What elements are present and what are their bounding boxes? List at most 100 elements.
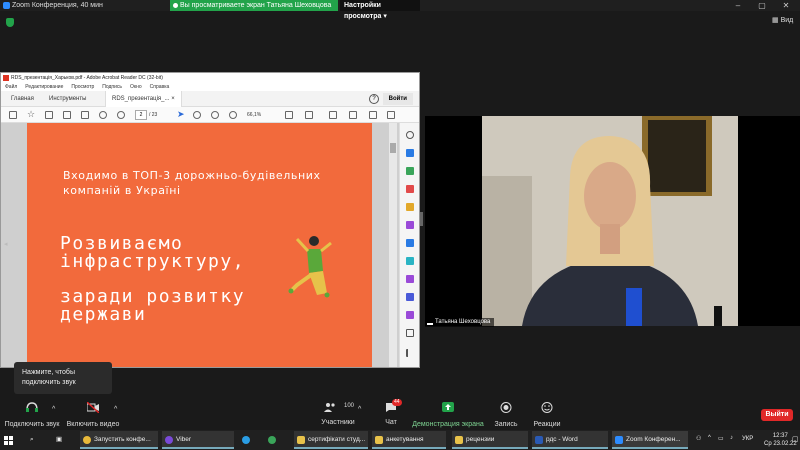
- taskbar-telegram[interactable]: [240, 431, 254, 449]
- bookmark-star-icon[interactable]: ☆: [27, 109, 35, 119]
- taskbar-folder-certificates[interactable]: сертифікати студ...: [294, 431, 368, 449]
- edit-pdf-icon[interactable]: [406, 149, 414, 157]
- combine-files-icon[interactable]: [406, 221, 414, 229]
- fit-page-icon[interactable]: [285, 111, 293, 119]
- tab-tools[interactable]: Инструменты: [43, 91, 92, 107]
- save-icon[interactable]: [9, 111, 17, 119]
- sign-icon[interactable]: [369, 111, 377, 119]
- share-screen-icon: [442, 402, 454, 412]
- pdf-icon: [3, 75, 9, 81]
- volume-icon[interactable]: ♪: [730, 435, 733, 441]
- chat-button[interactable]: 44 Чат: [378, 399, 404, 426]
- zoom-out-icon[interactable]: [211, 111, 219, 119]
- share-screen-button[interactable]: Демонстрация экрана: [412, 402, 484, 428]
- task-view-button[interactable]: ▣: [56, 431, 68, 449]
- slide-subtitle-line2: компаній в Україні: [63, 184, 181, 197]
- comment-tool-icon[interactable]: [406, 203, 414, 211]
- zoom-in-icon[interactable]: [229, 111, 237, 119]
- menu-view[interactable]: Просмотр: [71, 84, 94, 90]
- export-pdf-icon[interactable]: [406, 167, 414, 175]
- security-shield-icon[interactable]: [6, 18, 14, 27]
- taskbar-folder-reviews[interactable]: рецензии: [452, 431, 528, 449]
- record-button[interactable]: Запись: [490, 402, 522, 428]
- scan-icon[interactable]: [406, 257, 414, 265]
- task-view-icon: ▣: [56, 436, 63, 443]
- video-options-chevron-icon[interactable]: ^: [114, 406, 117, 413]
- page-number-input[interactable]: 2: [135, 110, 147, 120]
- start-video-button[interactable]: Включить видео: [66, 401, 120, 428]
- search-icon[interactable]: [81, 111, 89, 119]
- create-pdf-icon[interactable]: [406, 185, 414, 193]
- audio-options-chevron-icon[interactable]: ^: [52, 406, 55, 413]
- close-tab-icon[interactable]: ×: [171, 96, 175, 102]
- reactions-button[interactable]: Реакции: [530, 402, 564, 428]
- search-icon: ⌕: [30, 436, 34, 443]
- start-button[interactable]: [4, 431, 18, 449]
- notifications-icon[interactable]: ▢: [792, 435, 799, 443]
- scroll-mode-icon[interactable]: [305, 111, 313, 119]
- send-sign-icon[interactable]: [406, 311, 414, 319]
- tray-people-icon[interactable]: ⚇: [696, 435, 701, 442]
- left-arrow-icon[interactable]: ◂: [4, 240, 8, 248]
- chrome-icon: [83, 436, 91, 444]
- organize-pages-icon[interactable]: [406, 239, 414, 247]
- tray-chevron-up-icon[interactable]: ^: [708, 435, 711, 441]
- next-page-icon[interactable]: [117, 111, 125, 119]
- collapse-pane-icon[interactable]: [406, 349, 414, 357]
- taskbar-folder-survey[interactable]: анкетування: [372, 431, 446, 449]
- folder-icon: [455, 436, 463, 444]
- menu-sign[interactable]: Подпись: [102, 84, 122, 90]
- document-view[interactable]: Входимо в ТОП-3 дорожньо-будівельних ком…: [1, 123, 399, 367]
- split-divider-handle[interactable]: [420, 212, 423, 226]
- chat-label: Чат: [385, 419, 397, 426]
- leave-meeting-button[interactable]: Выйти: [761, 409, 793, 421]
- more-tools-icon[interactable]: [406, 329, 414, 337]
- document-scrollbar[interactable]: [389, 123, 397, 367]
- minimize-icon[interactable]: –: [728, 0, 748, 11]
- participants-chevron-icon[interactable]: ^: [358, 406, 361, 413]
- chat-unread-badge: 44: [392, 399, 402, 406]
- highlight-pen-icon[interactable]: [349, 111, 357, 119]
- print-icon[interactable]: [45, 111, 53, 119]
- participants-button[interactable]: 100 Участники: [318, 402, 358, 426]
- fill-sign-icon[interactable]: [406, 275, 414, 283]
- participants-count: 100: [344, 403, 355, 409]
- participant-video-tile[interactable]: Татьяна Шеховцова: [425, 116, 800, 327]
- tab-home[interactable]: Главная: [5, 91, 40, 107]
- close-icon[interactable]: ✕: [776, 0, 796, 11]
- video-off-icon: [86, 401, 100, 414]
- help-icon[interactable]: ?: [369, 94, 379, 104]
- taskbar-word[interactable]: рдс - Word: [532, 431, 608, 449]
- page-total: / 23: [149, 112, 158, 118]
- maximize-icon[interactable]: ▢: [752, 0, 772, 11]
- battery-icon[interactable]: ▭: [718, 435, 724, 442]
- share-icon[interactable]: [387, 111, 395, 119]
- tab-document[interactable]: RDS_презентація_... ×: [105, 91, 182, 107]
- taskbar-zoom[interactable]: Zoom Конферен...: [612, 431, 688, 449]
- keyboard-language[interactable]: УКР: [742, 436, 753, 442]
- taskbar-chrome[interactable]: Запустить конфе...: [80, 431, 158, 449]
- sign-in-button[interactable]: Войти: [382, 93, 413, 105]
- participant-video: [482, 116, 738, 326]
- zoom-search-icon[interactable]: [406, 131, 414, 139]
- audio-tooltip: Нажмите, чтобы подключить звук: [14, 362, 112, 394]
- taskbar-search-button[interactable]: ⌕: [30, 431, 42, 449]
- menu-help[interactable]: Справка: [150, 84, 170, 90]
- menu-file[interactable]: Файл: [5, 84, 17, 90]
- scrollbar-thumb[interactable]: [390, 143, 396, 153]
- view-settings-button[interactable]: Настройки просмотра ▾: [340, 0, 420, 20]
- menu-edit[interactable]: Редактирование: [25, 84, 63, 90]
- comment-icon[interactable]: [329, 111, 337, 119]
- protect-icon[interactable]: [406, 293, 414, 301]
- slide-heading-1-line2: інфраструктуру,: [60, 251, 246, 272]
- select-cursor-icon[interactable]: ➤: [177, 109, 185, 119]
- hand-tool-icon[interactable]: [193, 111, 201, 119]
- menu-window[interactable]: Окно: [130, 84, 142, 90]
- view-menu-button[interactable]: ▦ Вид: [772, 16, 793, 24]
- email-icon[interactable]: [63, 111, 71, 119]
- previous-page-icon[interactable]: [99, 111, 107, 119]
- folder-icon: [297, 436, 305, 444]
- taskbar-viber[interactable]: Viber: [162, 431, 234, 449]
- zoom-level[interactable]: 66,1%: [247, 110, 269, 120]
- taskbar-utorrent[interactable]: [266, 431, 280, 449]
